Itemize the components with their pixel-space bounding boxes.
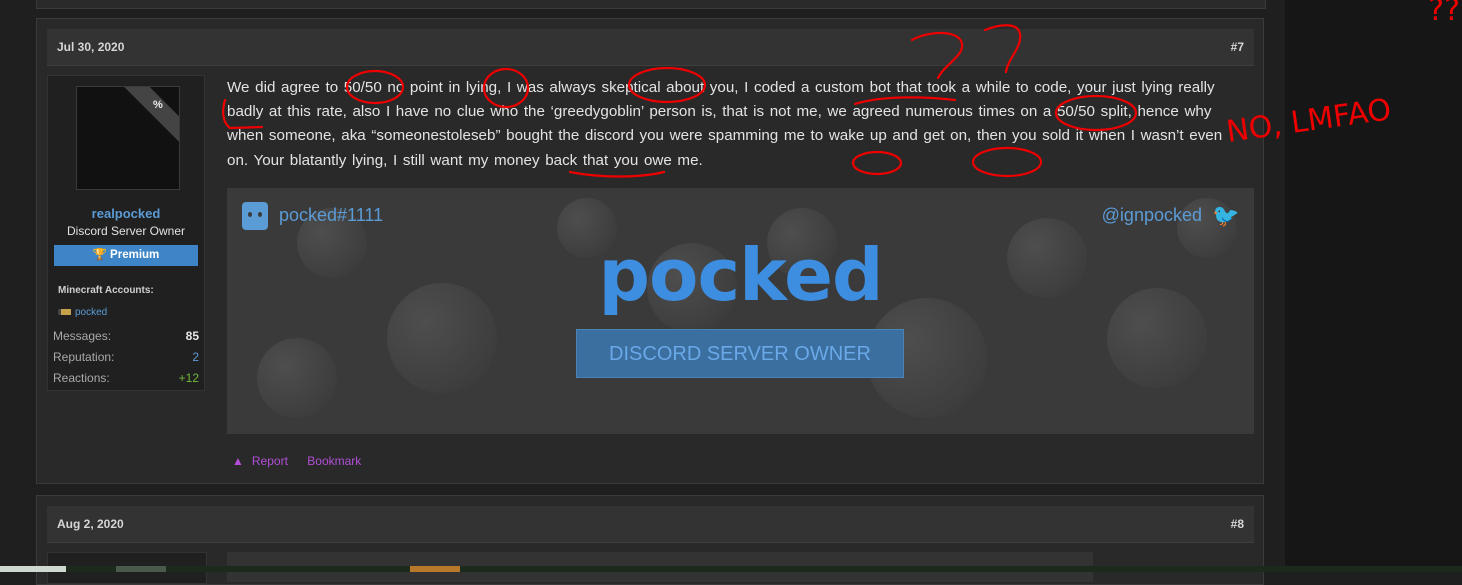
- stat-label: Reactions:: [53, 371, 110, 385]
- user-title: Discord Server Owner: [66, 224, 186, 238]
- trophy-icon: 🏆: [92, 249, 108, 261]
- post-number[interactable]: #7: [1231, 40, 1244, 54]
- post-date[interactable]: Jul 30, 2020: [57, 40, 124, 54]
- post-message: We did agree to 50/50 no point in lying,…: [227, 79, 1223, 169]
- taskbar-item[interactable]: [410, 566, 460, 572]
- post-header: Jul 30, 2020 #7: [47, 29, 1254, 66]
- post-date[interactable]: Aug 2, 2020: [57, 517, 124, 531]
- signature-banner: pocked#1111 @ignpocked 🐦 pocked DISCORD …: [227, 188, 1254, 434]
- discord-server-owner-button: DISCORD SERVER OWNER: [576, 329, 904, 378]
- taskbar: [0, 566, 1462, 572]
- avatar-ribbon: %: [119, 87, 179, 147]
- stat-reputation: Reputation: 2: [53, 350, 199, 364]
- bookmark-link[interactable]: Bookmark: [307, 454, 361, 468]
- stat-value[interactable]: 2: [192, 350, 199, 364]
- stat-value: +12: [178, 371, 199, 385]
- minecraft-accounts-label: Minecraft Accounts:: [58, 285, 154, 296]
- post-header: Aug 2, 2020 #8: [47, 506, 1254, 543]
- user-panel: % realpocked Discord Server Owner 🏆 Premi…: [47, 75, 205, 391]
- discord-icon: [242, 202, 268, 230]
- premium-badge: 🏆 Premium: [54, 245, 198, 266]
- username[interactable]: realpocked: [48, 206, 204, 221]
- page-right-gutter: [1285, 0, 1462, 572]
- stat-reactions: Reactions: +12: [53, 371, 199, 385]
- taskbar-item[interactable]: [116, 566, 166, 572]
- stat-label: Reputation:: [53, 350, 115, 364]
- warning-icon: ▲: [232, 454, 244, 468]
- discord-tag: pocked#1111: [279, 205, 384, 225]
- minecraft-account-name: pocked: [75, 307, 108, 318]
- stat-value: 85: [185, 329, 199, 343]
- taskbar-item[interactable]: [0, 566, 66, 572]
- report-label: Report: [251, 454, 288, 468]
- twitter-handle: @ignpocked: [1101, 205, 1202, 225]
- minecraft-head-icon: [58, 309, 71, 316]
- post-7: Jul 30, 2020 #7 % realpocked Discord Ser…: [36, 18, 1264, 484]
- avatar[interactable]: %: [76, 86, 180, 190]
- stat-messages: Messages: 85: [53, 329, 199, 343]
- previous-post-edge: [36, 0, 1266, 9]
- pocked-logo: pocked: [598, 233, 883, 317]
- minecraft-account-link[interactable]: pocked: [58, 307, 107, 318]
- post-actions: ▲ Report Bookmark: [232, 454, 369, 468]
- twitter-icon: 🐦: [1212, 203, 1240, 228]
- stat-label: Messages:: [53, 329, 112, 343]
- percent-icon: %: [153, 99, 163, 112]
- premium-label: Premium: [110, 249, 160, 261]
- post-number[interactable]: #8: [1231, 517, 1244, 531]
- report-link[interactable]: ▲ Report: [232, 454, 296, 468]
